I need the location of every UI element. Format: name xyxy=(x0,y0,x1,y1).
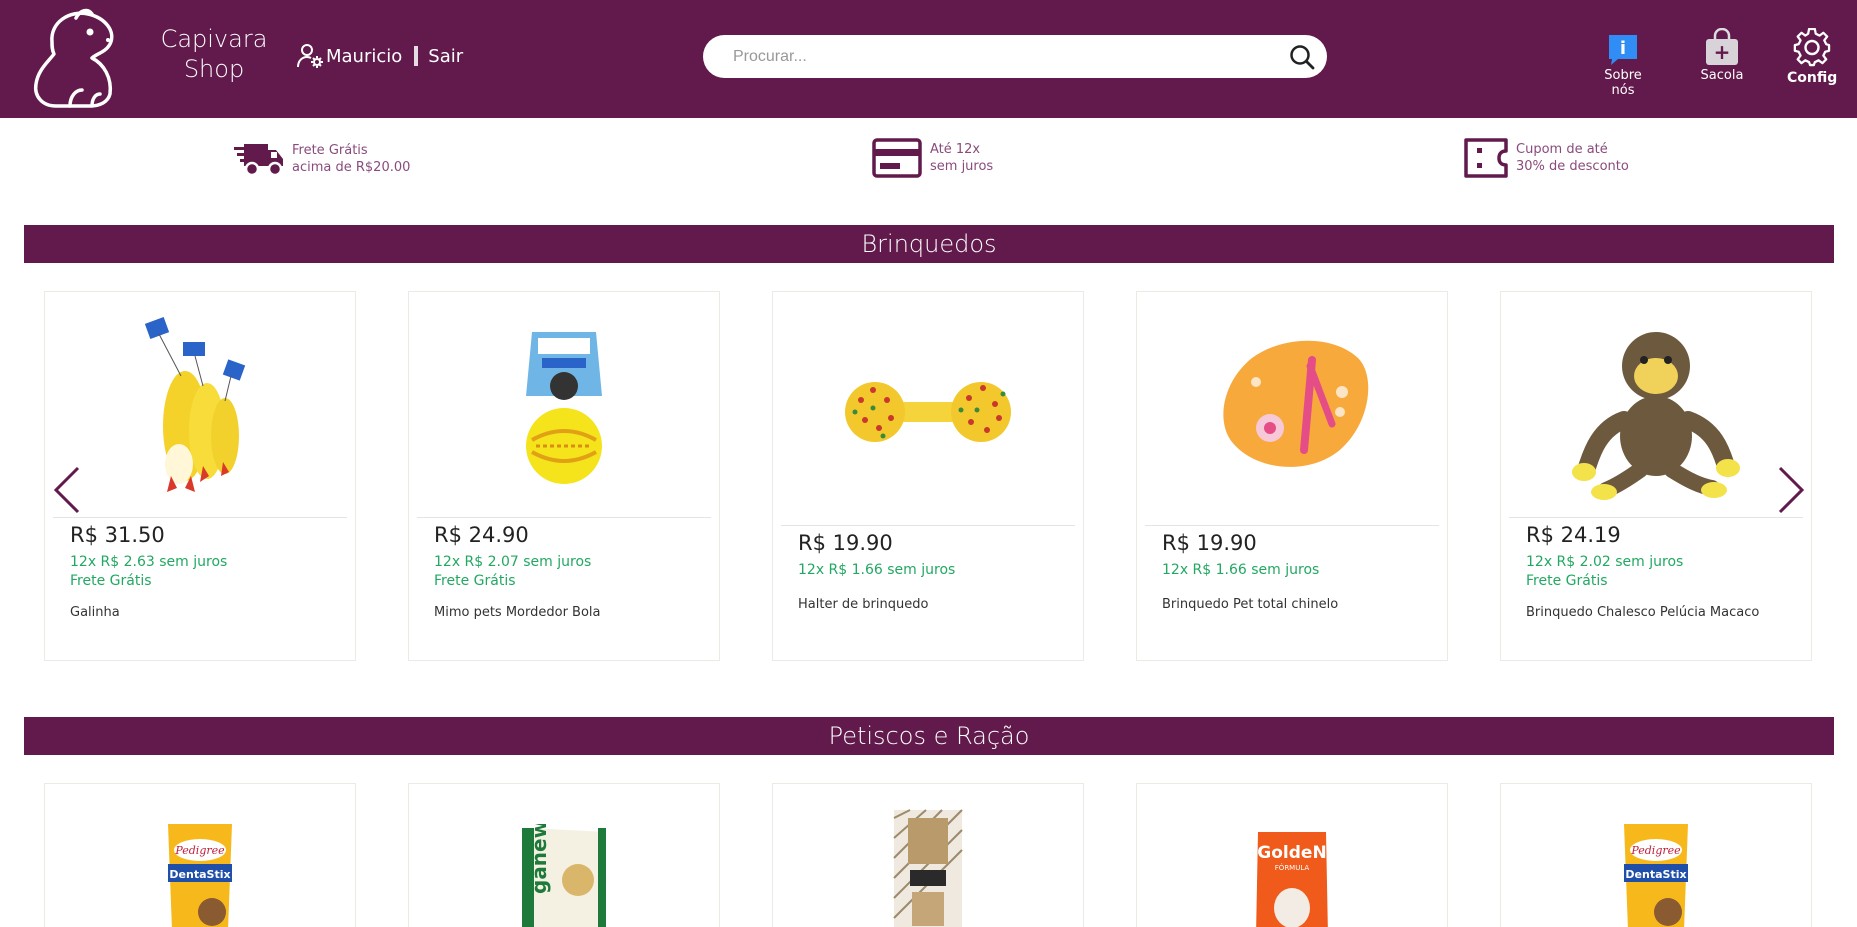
bag-label: Sacola xyxy=(1700,68,1744,83)
product-image-flip-flop xyxy=(1223,340,1369,467)
search-bar xyxy=(703,35,1327,78)
user-name-link[interactable]: Mauricio xyxy=(326,46,402,67)
benefit-line-1: Cupom de até xyxy=(1516,142,1608,157)
coupon-icon xyxy=(1464,138,1508,178)
pack-brand: Pedigree xyxy=(1630,844,1681,857)
product-name[interactable]: Mimo pets Mordedor Bola xyxy=(434,605,601,620)
user-separator xyxy=(414,46,419,66)
capybara-logo-icon[interactable] xyxy=(30,4,136,110)
product-card[interactable]: Pedigree DentaStix xyxy=(44,783,356,927)
product-card[interactable]: GoldeN FÓRMULA xyxy=(1136,783,1448,927)
credit-card-icon xyxy=(872,138,922,178)
section-title-toys: Brinquedos xyxy=(24,225,1834,263)
truck-icon xyxy=(234,144,283,177)
pack-name: DentaStix xyxy=(1625,868,1686,881)
product-shipping: Frete Grátis xyxy=(70,573,152,589)
benefit-line-1: Frete Grátis xyxy=(292,143,368,158)
product-card[interactable]: R$ 24.19 12x R$ 2.02 sem juros Frete Grá… xyxy=(1500,291,1812,661)
product-name[interactable]: Galinha xyxy=(70,605,120,620)
card-divider xyxy=(1509,517,1803,518)
card-divider xyxy=(417,517,711,518)
search-icon[interactable] xyxy=(1289,44,1315,70)
product-price: R$ 31.50 xyxy=(70,523,165,547)
product-price: R$ 19.90 xyxy=(1162,531,1257,555)
product-image-pedigree-dentastix: Pedigree DentaStix xyxy=(1624,824,1688,927)
product-image-chew-sticks xyxy=(893,809,963,927)
card-divider xyxy=(53,517,347,518)
product-name[interactable]: Brinquedo Chalesco Pelúcia Macaco xyxy=(1526,605,1759,620)
product-name[interactable]: Halter de brinquedo xyxy=(798,597,928,612)
product-card[interactable] xyxy=(772,783,1084,927)
product-price: R$ 19.90 xyxy=(798,531,893,555)
benefit-installments: Até 12x sem juros xyxy=(872,138,993,178)
product-card[interactable]: R$ 19.90 12x R$ 1.66 sem juros Halter de… xyxy=(772,291,1084,661)
product-card[interactable]: Pedigree DentaStix xyxy=(1500,783,1812,927)
user-settings-icon[interactable] xyxy=(296,43,324,69)
product-image-biter-ball xyxy=(526,332,602,484)
product-image-pedigree-dentastix: Pedigree DentaStix xyxy=(168,824,232,927)
carousel-prev-arrow-icon[interactable] xyxy=(52,466,82,514)
product-installments: 12x R$ 2.63 sem juros xyxy=(70,554,228,570)
product-price: R$ 24.90 xyxy=(434,523,529,547)
about-button[interactable]: i Sobre nós xyxy=(1593,28,1653,98)
shopping-bag-icon: + xyxy=(1706,28,1738,65)
user-area: Mauricio Sair xyxy=(296,43,463,69)
product-card[interactable]: R$ 24.90 12x R$ 2.07 sem juros Frete Grá… xyxy=(408,291,720,661)
product-installments: 12x R$ 2.07 sem juros xyxy=(434,554,592,570)
pack-name: DentaStix xyxy=(169,868,230,881)
carousel-next-arrow-icon[interactable] xyxy=(1776,466,1806,514)
product-card[interactable]: R$ 19.90 12x R$ 1.66 sem juros Brinquedo… xyxy=(1136,291,1448,661)
product-name[interactable]: Brinquedo Pet total chinelo xyxy=(1162,597,1338,612)
pack-brand: ganew xyxy=(527,824,551,894)
section-title-treats: Petiscos e Ração xyxy=(24,717,1834,755)
product-image-golden-formula: GoldeN FÓRMULA xyxy=(1256,832,1328,927)
benefit-free-shipping: Frete Grátis acima de R$20.00 xyxy=(234,138,410,180)
product-image-organew: ganew xyxy=(522,824,606,927)
product-card[interactable]: R$ 31.50 12x R$ 2.63 sem juros Frete Grá… xyxy=(44,291,356,661)
brand-line-1: Capivara xyxy=(160,25,268,53)
pack-brand: GoldeN xyxy=(1257,843,1326,863)
product-installments: 12x R$ 1.66 sem juros xyxy=(798,562,956,578)
product-card[interactable]: ganew xyxy=(408,783,720,927)
benefit-line-2: acima de R$20.00 xyxy=(292,160,411,175)
brand-name[interactable]: Capivara Shop xyxy=(155,24,273,84)
pack-brand: Pedigree xyxy=(174,844,225,857)
bag-plus-glyph: + xyxy=(1714,40,1731,64)
benefit-coupon: Cupom de até 30% de desconto xyxy=(1464,138,1629,178)
top-header: Capivara Shop Mauricio Sair i Sobre nós xyxy=(0,0,1857,118)
bag-button[interactable]: + Sacola xyxy=(1695,28,1749,83)
card-divider xyxy=(1145,525,1439,526)
brand-line-2: Shop xyxy=(183,55,245,83)
product-price: R$ 24.19 xyxy=(1526,523,1621,547)
product-installments: 12x R$ 2.02 sem juros xyxy=(1526,554,1684,570)
card-divider xyxy=(781,525,1075,526)
product-image-rubber-chicken xyxy=(145,317,246,492)
info-bubble-icon: i xyxy=(1609,35,1637,65)
about-label: Sobre nós xyxy=(1604,68,1642,98)
benefit-line-1: Até 12x xyxy=(930,142,981,157)
product-installments: 12x R$ 1.66 sem juros xyxy=(1162,562,1320,578)
logout-link[interactable]: Sair xyxy=(428,46,463,67)
gear-icon xyxy=(1793,28,1831,67)
product-shipping: Frete Grátis xyxy=(1526,573,1608,589)
product-image-plush-monkey xyxy=(1572,332,1740,500)
config-label: Config xyxy=(1787,70,1838,86)
product-shipping: Frete Grátis xyxy=(434,573,516,589)
benefit-line-2: sem juros xyxy=(930,159,994,174)
config-button[interactable]: Config xyxy=(1787,28,1837,86)
benefit-line-2: 30% de desconto xyxy=(1516,159,1629,174)
search-input[interactable] xyxy=(733,35,1273,78)
pack-name: FÓRMULA xyxy=(1275,863,1310,872)
info-glyph: i xyxy=(1620,38,1626,59)
product-image-dumbbell xyxy=(845,382,1011,442)
